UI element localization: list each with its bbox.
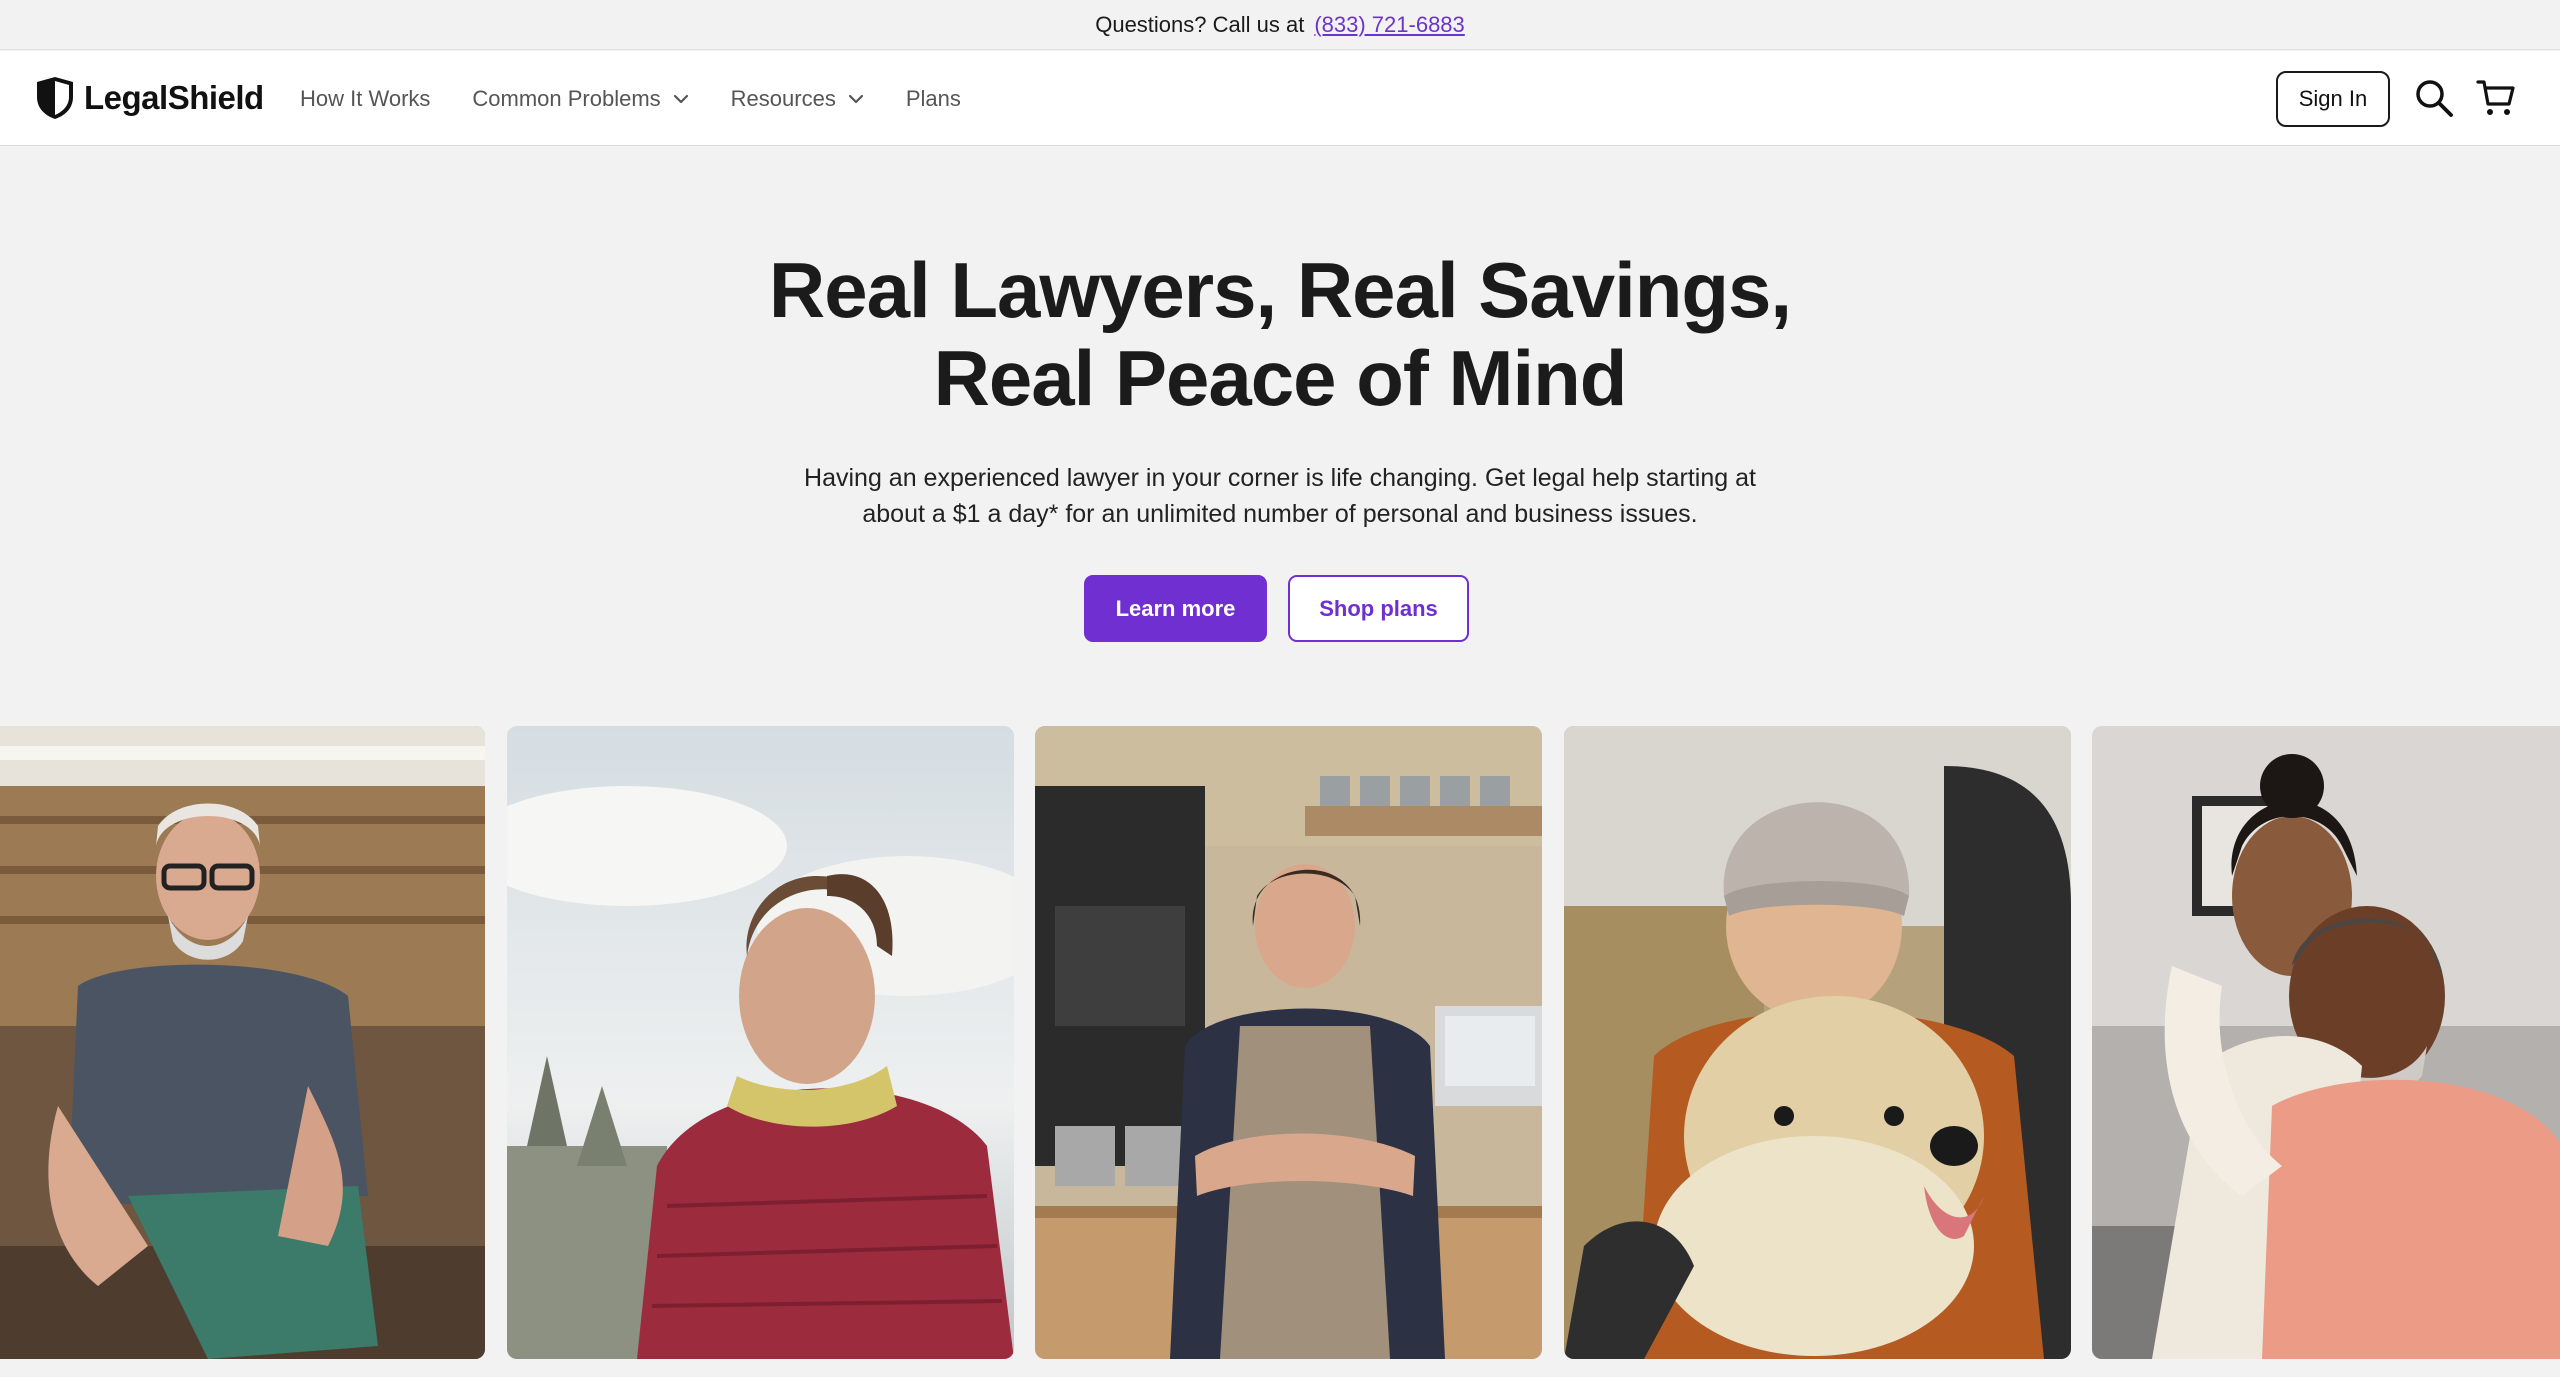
chevron-down-icon xyxy=(848,94,863,103)
announcement-bar: Questions? Call us at (833) 721-6883 xyxy=(0,0,2560,50)
nav-label: Resources xyxy=(730,85,836,111)
announcement-text: Questions? Call us at xyxy=(1095,11,1305,37)
site-header: LegalShield How It Works Common Problems… xyxy=(0,51,2560,146)
photo-woman-cafe xyxy=(1035,726,1542,1359)
hero-subtitle-line: Having an experienced lawyer in your cor… xyxy=(804,464,1756,492)
cart-icon xyxy=(2476,80,2515,115)
search-button[interactable] xyxy=(2414,78,2454,118)
nav-plans[interactable]: Plans xyxy=(906,86,961,112)
search-icon xyxy=(2416,80,2453,117)
photo-woman-with-dog xyxy=(1564,726,2071,1359)
shop-plans-button[interactable]: Shop plans xyxy=(1288,575,1469,642)
shield-logo-icon xyxy=(37,77,73,119)
brand-name: LegalShield xyxy=(84,79,264,116)
nav-how-it-works[interactable]: How It Works xyxy=(300,86,430,112)
nav-label: How It Works xyxy=(300,85,431,111)
logo[interactable]: LegalShield xyxy=(34,75,264,121)
learn-more-button[interactable]: Learn more xyxy=(1084,575,1267,642)
nav-resources[interactable]: Resources xyxy=(731,86,864,112)
nav-common-problems[interactable]: Common Problems xyxy=(472,86,688,112)
hero-title-line: Real Lawyers, Real Savings, xyxy=(768,246,1792,334)
main-nav: How It Works Common Problems Resources P… xyxy=(300,51,1003,146)
hero-subtitle-line: about a $1 a day* for an unlimited numbe… xyxy=(862,500,1698,528)
hero-title: Real Lawyers, Real Savings, Real Peace o… xyxy=(0,246,2560,422)
chevron-down-icon xyxy=(673,94,688,103)
photo-woman-red-jacket xyxy=(507,726,1014,1359)
cart-button[interactable] xyxy=(2476,78,2516,118)
nav-label: Plans xyxy=(905,85,961,111)
nav-label: Common Problems xyxy=(472,85,661,111)
photo-older-man xyxy=(0,726,485,1359)
phone-link[interactable]: (833) 721-6883 xyxy=(1314,12,1464,38)
sign-in-button[interactable]: Sign In xyxy=(2276,71,2390,127)
hero-subtitle: Having an experienced lawyer in your cor… xyxy=(760,460,1800,532)
photo-couple-embracing xyxy=(2092,726,2560,1359)
hero-title-line: Real Peace of Mind xyxy=(933,334,1628,422)
